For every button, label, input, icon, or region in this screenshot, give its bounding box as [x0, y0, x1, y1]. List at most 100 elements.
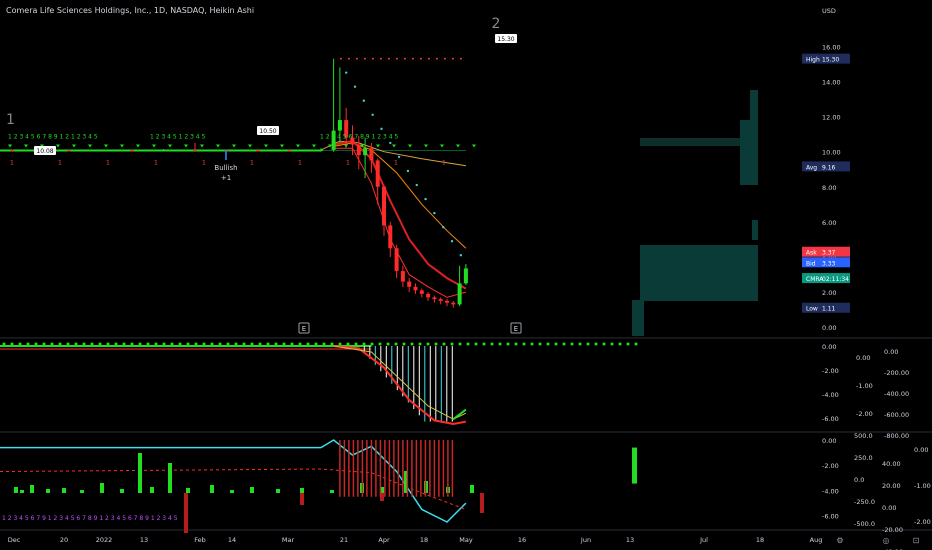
time-axis-label: 16	[518, 536, 526, 544]
pane3-volume-bar	[230, 489, 234, 493]
trailing-stop-dot	[371, 113, 374, 117]
fullscreen-icon[interactable]: ⊡	[913, 536, 920, 545]
sequence-count-label: 1	[154, 159, 158, 166]
pane2-dot	[330, 342, 334, 346]
pane2-scale-right: -400.00	[884, 390, 909, 398]
trailing-stop-dot	[442, 225, 445, 229]
time-axis-label: 2022	[96, 536, 113, 544]
price-scale-tick: 14.00	[822, 78, 841, 86]
bullish-label: Bullish	[214, 164, 237, 172]
candle-body	[256, 150, 260, 152]
time-axis-label: Jun	[580, 536, 591, 544]
candle-body	[375, 160, 380, 187]
down-triangle-marker	[296, 144, 300, 148]
pane2-dot	[42, 342, 46, 346]
trailing-stop-dot	[345, 71, 348, 74]
down-triangle-marker	[72, 144, 76, 148]
pane3-volume-bar-red	[480, 492, 484, 513]
pane2-scale-left: -6.00	[822, 415, 839, 423]
price-scale-label-value: 02:11:34	[822, 276, 849, 283]
time-axis-label: Dec	[8, 536, 21, 544]
trailing-stop-dot	[424, 197, 427, 201]
candle-body	[407, 281, 412, 287]
volume-profile-bar	[750, 90, 758, 125]
volume-profile-bar	[640, 245, 758, 301]
pane2-dot	[570, 342, 574, 346]
pane2-dot	[250, 342, 254, 346]
down-triangle-marker	[8, 144, 12, 148]
volume-profile-bar	[632, 300, 644, 336]
sequence-count-label: 1	[10, 159, 14, 166]
mid-flag-text: 10.50	[259, 128, 276, 135]
pane2-dot	[186, 342, 190, 346]
sequence-count-label: 1	[250, 159, 254, 166]
time-axis-label: May	[459, 536, 473, 544]
down-triangle-marker	[312, 144, 316, 148]
ma-line-fast	[333, 140, 467, 290]
pane2-dot	[226, 342, 230, 346]
pane3-scale-right2: -1.00	[914, 482, 931, 490]
pane3-volume-bar	[100, 482, 104, 493]
pane2-dot	[106, 342, 110, 346]
pane2-dot	[578, 342, 582, 346]
pane3-volume-bar	[80, 489, 84, 493]
time-axis-label: 13	[626, 536, 634, 544]
pane2-dot	[2, 342, 6, 346]
candle-body	[388, 225, 393, 249]
left-flag: 10.08	[34, 146, 56, 155]
down-triangle-marker	[152, 144, 156, 148]
pane2-dot	[554, 342, 558, 346]
pane2-scale-mid: 0.00	[856, 354, 870, 362]
candle-body	[363, 148, 368, 156]
pane2-dot	[322, 342, 326, 346]
pane2-dot	[90, 342, 94, 346]
chart-canvas[interactable]: 1 2 3 4 5 6 7 8 9 1 2 1 2 3 4 5 1 2 3 4 5…	[0, 0, 932, 550]
pane2-dot	[474, 342, 478, 346]
trailing-stop-dot	[406, 169, 410, 173]
volume-profile	[632, 90, 758, 336]
pane3-volume-bar	[276, 488, 280, 493]
camera-icon[interactable]: ◎	[883, 536, 890, 545]
candle-body	[287, 150, 292, 152]
pane2-dot	[210, 342, 214, 346]
down-triangle-marker	[120, 144, 124, 148]
pane2-dot	[618, 342, 622, 346]
pane2-dot	[514, 342, 518, 346]
candle-body	[451, 302, 456, 305]
wave-count-label: 2	[492, 16, 501, 32]
candle-body	[426, 293, 431, 298]
candle-body	[337, 120, 342, 131]
pane3-volume-bar	[210, 484, 214, 493]
down-triangle-marker	[264, 144, 268, 148]
pane2-dot	[538, 342, 542, 346]
pane2-dot	[98, 342, 102, 346]
down-triangle-marker	[408, 144, 412, 148]
pane2-dot	[234, 342, 238, 346]
pane3-red-dashed	[0, 468, 467, 510]
pane2-dot	[122, 342, 126, 346]
sequence-count-label: 1	[298, 159, 302, 166]
time-axis-label: Apr	[378, 536, 390, 544]
gear-icon[interactable]: ⚙	[836, 536, 843, 545]
pane2-dot	[394, 342, 398, 346]
wave-count-label: 1	[6, 112, 15, 128]
price-scale-currency: USD	[822, 7, 836, 15]
price-scale-label-name: Ask	[806, 250, 817, 257]
time-axis-label: 13	[140, 536, 148, 544]
candle-body	[369, 148, 374, 161]
pane3-scale-mid: -500.0	[854, 520, 875, 528]
pane2-dot	[498, 342, 502, 346]
candle-body	[356, 144, 361, 156]
down-triangle-marker	[440, 144, 444, 148]
pane2-scale-left: -2.00	[822, 367, 839, 375]
price-scale-tick: 12.00	[822, 114, 841, 122]
trailing-stop-dot	[433, 211, 436, 215]
pane3-scale-left: -4.00	[822, 487, 839, 495]
time-axis-label: 18	[756, 536, 764, 544]
pane2-dot	[34, 342, 38, 346]
bullish-sub-label: +1	[221, 174, 231, 182]
pane2-dot	[258, 342, 262, 346]
trailing-stop-dot	[459, 254, 463, 257]
time-axis-label: Jul	[699, 536, 708, 544]
pane3-scale-mid: 500.0	[854, 432, 873, 440]
